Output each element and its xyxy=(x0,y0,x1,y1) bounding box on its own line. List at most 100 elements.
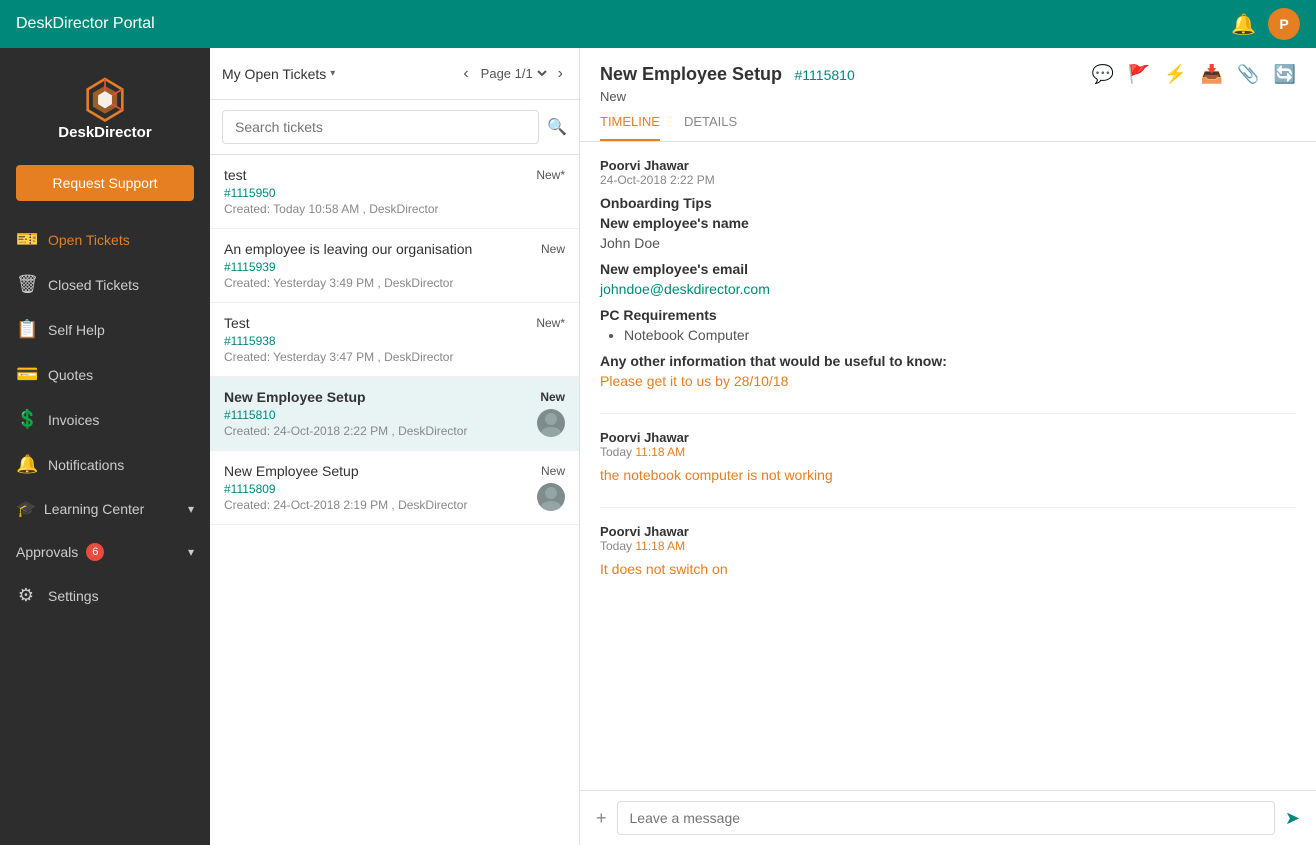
approvals-badge: 6 xyxy=(86,543,104,561)
search-icon[interactable]: 🔍 xyxy=(547,117,567,137)
tab-details[interactable]: DETAILS xyxy=(684,114,737,141)
ticket-id[interactable]: #1115950 xyxy=(224,186,565,200)
learning-center-chevron-icon: ▾ xyxy=(188,502,194,516)
ticket-status: New xyxy=(541,464,565,478)
main-layout: DeskDirector Request Support 🎫 Open Tick… xyxy=(0,48,1316,845)
list-item: Notebook Computer xyxy=(624,327,1296,343)
ticket-title: Test xyxy=(224,315,250,331)
ticket-id[interactable]: #1115938 xyxy=(224,334,565,348)
sidebar-item-self-help[interactable]: 📋 Self Help xyxy=(0,307,210,352)
prev-page-button[interactable]: ‹ xyxy=(459,63,472,85)
user-avatar[interactable]: P xyxy=(1268,8,1300,40)
field-label: New employee's name xyxy=(600,215,1296,231)
ticket-meta: Created: Yesterday 3:47 PM , DeskDirecto… xyxy=(224,350,565,364)
ticket-title: New Employee Setup xyxy=(224,389,366,405)
sidebar: DeskDirector Request Support 🎫 Open Tick… xyxy=(0,48,210,845)
search-container: 🔍 xyxy=(210,100,579,155)
search-input[interactable] xyxy=(222,110,539,144)
divider xyxy=(600,413,1296,414)
sidebar-item-label: Notifications xyxy=(48,457,124,473)
list-item[interactable]: New Employee Setup New #1115809 Created:… xyxy=(210,451,579,525)
timeline-date: Today 11:18 AM xyxy=(600,445,1296,459)
ticket-list-header: My Open Tickets ▾ ‹ Page 1/1 › xyxy=(210,48,579,100)
ticket-meta: Created: Yesterday 3:49 PM , DeskDirecto… xyxy=(224,276,565,290)
closed-tickets-icon: 🗑 xyxy=(16,274,36,295)
sidebar-item-open-tickets[interactable]: 🎫 Open Tickets xyxy=(0,217,210,262)
ticket-meta: Created: 24-Oct-2018 2:19 PM , DeskDirec… xyxy=(224,498,529,512)
flag-icon[interactable]: 🚩 xyxy=(1128,64,1150,85)
app-title: DeskDirector Portal xyxy=(16,15,1231,33)
sidebar-item-quotes[interactable]: 💳 Quotes xyxy=(0,352,210,397)
ticket-status: New xyxy=(540,390,565,404)
list-item[interactable]: New Employee Setup New #1115810 Created:… xyxy=(210,377,579,451)
avatar xyxy=(537,409,565,437)
divider xyxy=(600,507,1296,508)
sidebar-item-label: Quotes xyxy=(48,367,93,383)
list-item[interactable]: Test New* #1115938 Created: Yesterday 3:… xyxy=(210,303,579,377)
sidebar-section-learning-center[interactable]: 🎓 Learning Center ▾ xyxy=(0,487,210,531)
learning-center-label: Learning Center xyxy=(44,501,144,517)
field-label: New employee's email xyxy=(600,261,1296,277)
detail-status: New xyxy=(600,89,1296,104)
request-support-button[interactable]: Request Support xyxy=(16,165,194,201)
notification-bell-icon[interactable]: 🔔 xyxy=(1231,12,1256,37)
timeline-entry: Poorvi Jhawar 24-Oct-2018 2:22 PM Onboar… xyxy=(600,158,1296,389)
detail-header: New Employee Setup #1115810 💬 🚩 ⚡ 📥 📎 🔄 … xyxy=(580,48,1316,142)
sidebar-item-label: Closed Tickets xyxy=(48,277,139,293)
ticket-meta: Created: Today 10:58 AM , DeskDirector xyxy=(224,202,565,216)
timeline-author: Poorvi Jhawar xyxy=(600,158,1296,173)
field-label: Any other information that would be usef… xyxy=(600,353,1296,369)
refresh-icon[interactable]: 🔄 xyxy=(1274,64,1296,85)
sidebar-item-invoices[interactable]: 💲 Invoices xyxy=(0,397,210,442)
email-value[interactable]: johndoe@deskdirector.com xyxy=(600,281,1296,297)
sidebar-item-label: Settings xyxy=(48,588,99,604)
sidebar-item-label: Open Tickets xyxy=(48,232,130,248)
send-button[interactable]: ➤ xyxy=(1285,808,1300,829)
detail-ticket-id[interactable]: #1115810 xyxy=(795,67,855,83)
ticket-id[interactable]: #1115809 xyxy=(224,482,529,496)
pagination: ‹ Page 1/1 › xyxy=(459,63,567,85)
learning-center-icon: 🎓 xyxy=(16,499,36,519)
list-item[interactable]: test New* #1115950 Created: Today 10:58 … xyxy=(210,155,579,229)
chat-icon[interactable]: 💬 xyxy=(1091,64,1113,85)
logo-icon xyxy=(79,72,131,124)
detail-tabs: TIMELINE DETAILS xyxy=(600,114,1296,141)
ticket-meta: Created: 24-Oct-2018 2:22 PM , DeskDirec… xyxy=(224,424,529,438)
list-item[interactable]: An employee is leaving our organisation … xyxy=(210,229,579,303)
detail-title-group: New Employee Setup #1115810 xyxy=(600,64,855,85)
logo-text: DeskDirector xyxy=(58,124,151,141)
ticket-list-panel: My Open Tickets ▾ ‹ Page 1/1 › 🔍 test Ne… xyxy=(210,48,580,845)
detail-ticket-title: New Employee Setup xyxy=(600,64,782,84)
sidebar-item-closed-tickets[interactable]: 🗑 Closed Tickets xyxy=(0,262,210,307)
download-icon[interactable]: 📥 xyxy=(1201,64,1223,85)
message-box: + ➤ xyxy=(580,790,1316,845)
topnav: DeskDirector Portal 🔔 P xyxy=(0,0,1316,48)
ticket-status: New* xyxy=(536,316,565,330)
bolt-icon[interactable]: ⚡ xyxy=(1164,64,1186,85)
sidebar-item-label: Invoices xyxy=(48,412,99,428)
ticket-filter-button[interactable]: My Open Tickets ▾ xyxy=(222,66,335,82)
ticket-id[interactable]: #1115810 xyxy=(224,408,529,422)
ticket-id[interactable]: #1115939 xyxy=(224,260,565,274)
ticket-status: New* xyxy=(536,168,565,182)
sidebar-item-settings[interactable]: ⚙ Settings xyxy=(0,573,210,618)
timeline-date: 24-Oct-2018 2:22 PM xyxy=(600,173,1296,187)
paperclip-icon[interactable]: 📎 xyxy=(1237,64,1259,85)
sidebar-section-approvals[interactable]: Approvals 6 ▾ xyxy=(0,531,210,573)
quotes-icon: 💳 xyxy=(16,364,36,385)
notifications-icon: 🔔 xyxy=(16,454,36,475)
ticket-status: New xyxy=(541,242,565,256)
message-input[interactable] xyxy=(617,801,1275,835)
ticket-title: An employee is leaving our organisation xyxy=(224,241,472,257)
approvals-chevron-icon: ▾ xyxy=(188,545,194,559)
sidebar-item-notifications[interactable]: 🔔 Notifications xyxy=(0,442,210,487)
page-select[interactable]: Page 1/1 xyxy=(477,65,550,82)
urgent-value: Please get it to us by 28/10/18 xyxy=(600,373,1296,389)
tab-timeline[interactable]: TIMELINE xyxy=(600,114,660,141)
topnav-icons: 🔔 P xyxy=(1231,8,1300,40)
timeline-entry: Poorvi Jhawar Today 11:18 AM It does not… xyxy=(600,524,1296,577)
add-attachment-button[interactable]: + xyxy=(596,808,607,829)
pc-requirements-list: Notebook Computer xyxy=(600,327,1296,343)
field-label: PC Requirements xyxy=(600,307,1296,323)
next-page-button[interactable]: › xyxy=(554,63,567,85)
